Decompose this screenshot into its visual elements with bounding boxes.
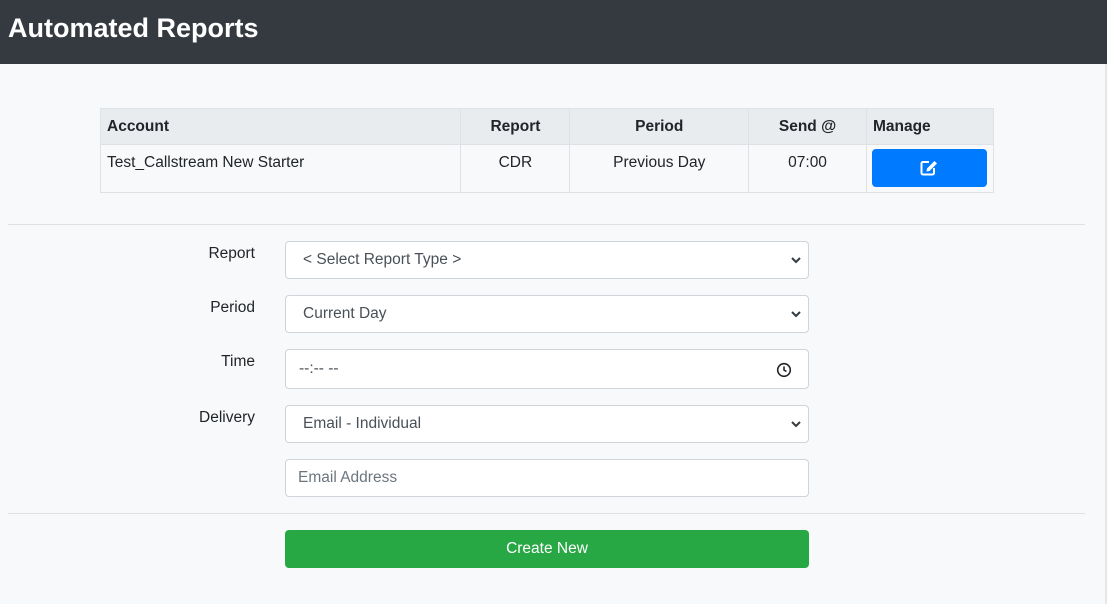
chevron-down-icon <box>791 257 801 264</box>
reports-table: Account Report Period Send @ Manage Test… <box>99 108 995 193</box>
period-select[interactable]: Current Day <box>285 295 809 333</box>
create-new-button[interactable]: Create New <box>285 530 809 568</box>
cell-account: Test_Callstream New Starter <box>99 144 462 193</box>
email-address-placeholder: Email Address <box>298 469 398 486</box>
time-value: --:-- -- <box>299 360 339 377</box>
cell-period: Previous Day <box>569 144 750 193</box>
column-header-report: Report <box>460 108 571 145</box>
chevron-down-icon <box>791 311 801 318</box>
form-divider-top <box>8 224 1085 225</box>
form-divider-bottom <box>8 513 1085 514</box>
edit-report-button[interactable] <box>871 149 987 187</box>
table-header-row: Account Report Period Send @ Manage <box>99 108 995 145</box>
column-header-send: Send @ <box>748 108 867 145</box>
report-type-selected: < Select Report Type > <box>303 251 462 268</box>
period-selected: Current Day <box>303 305 387 322</box>
column-header-manage: Manage <box>865 108 995 145</box>
column-header-period: Period <box>569 108 750 145</box>
delivery-select[interactable]: Email - Individual <box>285 405 809 443</box>
report-type-select[interactable]: < Select Report Type > <box>285 241 809 279</box>
report-label: Report <box>208 245 255 262</box>
page-header: Automated Reports <box>0 0 1107 64</box>
delivery-selected: Email - Individual <box>303 415 422 432</box>
delivery-label: Delivery <box>199 409 255 426</box>
page-title: Automated Reports <box>8 13 259 43</box>
cell-report: CDR <box>460 144 571 193</box>
time-label: Time <box>221 353 255 370</box>
period-label: Period <box>210 299 255 316</box>
cell-manage <box>865 144 995 193</box>
column-header-account: Account <box>99 108 462 145</box>
table-row: Test_Callstream New Starter CDR Previous… <box>99 144 995 193</box>
time-input[interactable]: --:-- -- <box>285 349 809 389</box>
email-address-input[interactable]: Email Address <box>285 459 809 497</box>
chevron-down-icon <box>791 421 801 428</box>
cell-send: 07:00 <box>748 144 867 193</box>
edit-icon <box>920 161 938 176</box>
clock-icon[interactable] <box>776 362 792 378</box>
